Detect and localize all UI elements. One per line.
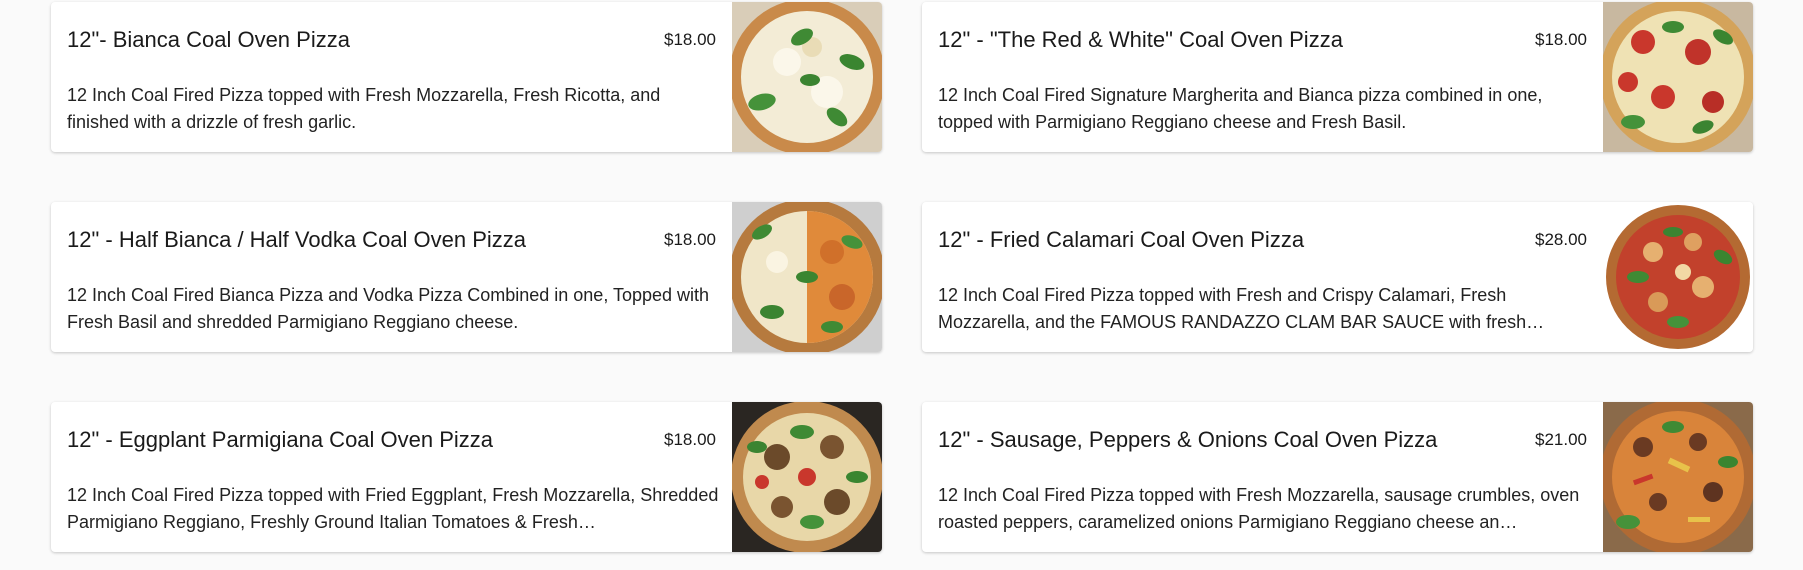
menu-item-card[interactable]: 12" - Sausage, Peppers & Onions Coal Ove… <box>922 402 1753 552</box>
menu-item-price: $18.00 <box>664 30 716 49</box>
eggplant-parmigiana-pizza-image <box>732 402 882 552</box>
red-and-white-pizza-image <box>1603 2 1753 152</box>
menu-item-price: $18.00 <box>664 230 716 249</box>
menu-item-description: 12 Inch Coal Fired Pizza topped with Fre… <box>938 485 1580 532</box>
menu-item-title: 12" - Eggplant Parmigiana Coal Oven Pizz… <box>67 427 494 452</box>
menu-item-card[interactable]: 12" - Eggplant Parmigiana Coal Oven Pizz… <box>51 402 882 552</box>
menu-item-price: $18.00 <box>1535 30 1587 49</box>
menu-item-card[interactable]: 12" - Half Bianca / Half Vodka Coal Oven… <box>51 202 882 352</box>
menu-item-price: $18.00 <box>664 430 716 449</box>
menu-item-card[interactable]: 12" - "The Red & White" Coal Oven Pizza … <box>922 2 1753 152</box>
menu-item-title: 12"- Bianca Coal Oven Pizza <box>67 27 350 52</box>
menu-item-description: 12 Inch Coal Fired Pizza topped with Fri… <box>67 485 719 532</box>
menu-item-title: 12" - Fried Calamari Coal Oven Pizza <box>938 227 1305 252</box>
menu-item-price: $21.00 <box>1535 430 1587 449</box>
half-bianca-half-vodka-pizza-image <box>732 202 882 352</box>
menu-item-title: 12" - Sausage, Peppers & Onions Coal Ove… <box>938 427 1438 452</box>
menu-item-description: 12 Inch Coal Fired Pizza topped with Fre… <box>938 285 1545 332</box>
menu-item-price: $28.00 <box>1535 230 1587 249</box>
bianca-pizza-image <box>732 2 882 152</box>
menu-item-grid: 12"- Bianca Coal Oven Pizza $18.00 12 In… <box>0 0 1803 570</box>
menu-item-description: 12 Inch Coal Fired Pizza topped with Fre… <box>67 85 661 132</box>
menu-item-card[interactable]: 12"- Bianca Coal Oven Pizza $18.00 12 In… <box>51 2 882 152</box>
menu-item-description: 12 Inch Coal Fired Signature Margherita … <box>938 85 1543 132</box>
menu-item-card[interactable]: 12" - Fried Calamari Coal Oven Pizza $28… <box>922 202 1753 352</box>
menu-item-title: 12" - "The Red & White" Coal Oven Pizza <box>938 27 1343 52</box>
menu-item-title: 12" - Half Bianca / Half Vodka Coal Oven… <box>67 227 527 252</box>
fried-calamari-pizza-image <box>1603 202 1753 352</box>
menu-item-description: 12 Inch Coal Fired Bianca Pizza and Vodk… <box>67 285 710 332</box>
sausage-peppers-onions-pizza-image <box>1603 402 1753 552</box>
